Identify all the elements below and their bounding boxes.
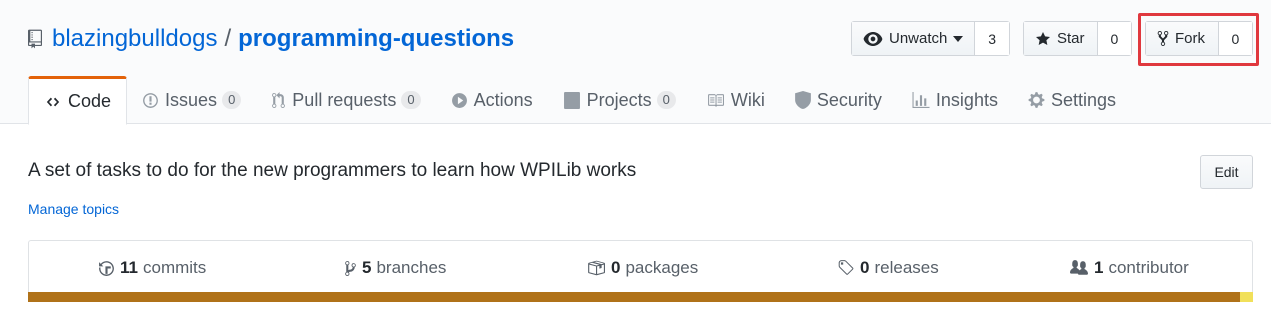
play-icon xyxy=(451,92,467,108)
manage-topics-link[interactable]: Manage topics xyxy=(28,201,119,217)
watch-button-group: Unwatch 3 xyxy=(851,21,1010,56)
tab-security-label: Security xyxy=(816,89,882,110)
pull-requests-counter: 0 xyxy=(401,91,421,109)
issues-counter: 0 xyxy=(222,91,242,109)
unwatch-label: Unwatch xyxy=(889,30,948,47)
tab-wiki-label: Wiki xyxy=(730,89,765,110)
watchers-count[interactable]: 3 xyxy=(975,22,1009,55)
star-label: Star xyxy=(1057,30,1085,47)
tab-issues[interactable]: Issues 0 xyxy=(127,76,256,124)
tab-security[interactable]: Security xyxy=(780,76,897,124)
tab-projects[interactable]: Projects 0 xyxy=(548,76,691,124)
branch-icon xyxy=(345,260,356,276)
star-button[interactable]: Star xyxy=(1024,22,1098,55)
star-icon xyxy=(1036,31,1050,45)
repo-summary-bar: 11 commits 5 branches 0 packages 0 relea… xyxy=(28,240,1253,294)
people-icon xyxy=(1070,260,1088,275)
tab-actions-label: Actions xyxy=(473,89,533,110)
code-icon xyxy=(46,97,60,106)
eye-icon xyxy=(863,31,883,46)
repo-nav-tabs: Code Issues 0 Pull requests 0 Actions Pr… xyxy=(28,76,1131,125)
unwatch-button[interactable]: Unwatch xyxy=(852,22,976,55)
repo-owner-link[interactable]: blazingbulldogs xyxy=(52,25,217,53)
caret-down-icon xyxy=(953,35,964,42)
repo-header: blazingbulldogs / programming-questions … xyxy=(0,0,1271,125)
language-bar-segment xyxy=(28,292,1240,302)
tab-pull-requests-label: Pull requests xyxy=(292,89,397,110)
contributors-count: 1 xyxy=(1094,258,1104,277)
tab-settings[interactable]: Settings xyxy=(1013,76,1131,124)
stargazers-count[interactable]: 0 xyxy=(1097,22,1131,55)
releases-label: releases xyxy=(874,258,939,277)
tab-code-label: Code xyxy=(68,91,112,111)
branches-link[interactable]: 5 branches xyxy=(344,258,446,278)
repo-name-link[interactable]: programming-questions xyxy=(238,25,514,53)
fork-highlight-box xyxy=(1138,13,1259,66)
repo-title: blazingbulldogs / programming-questions xyxy=(28,24,514,54)
tab-actions[interactable]: Actions xyxy=(436,76,548,124)
pull-request-icon xyxy=(272,91,286,108)
packages-link[interactable]: 0 packages xyxy=(586,258,698,278)
tab-code[interactable]: Code xyxy=(28,76,128,125)
gear-icon xyxy=(1028,92,1045,108)
tab-insights-label: Insights xyxy=(935,89,998,110)
releases-link[interactable]: 0 releases xyxy=(837,258,939,278)
branches-count: 5 xyxy=(362,258,372,277)
language-bar[interactable] xyxy=(28,292,1253,302)
commits-count: 11 xyxy=(120,258,138,277)
issue-icon xyxy=(143,92,158,108)
releases-count: 0 xyxy=(860,258,870,277)
edit-description-button[interactable]: Edit xyxy=(1200,155,1253,189)
language-bar-segment xyxy=(1239,292,1253,302)
tab-settings-label: Settings xyxy=(1050,89,1117,110)
project-icon xyxy=(563,91,580,109)
contributors-link[interactable]: 1 contributor xyxy=(1069,258,1189,278)
tab-projects-label: Projects xyxy=(586,89,652,110)
star-button-group: Star 0 xyxy=(1023,21,1132,56)
tag-icon xyxy=(838,260,854,275)
tab-pull-requests[interactable]: Pull requests 0 xyxy=(256,76,435,124)
repo-description: A set of tasks to do for the new program… xyxy=(28,160,637,181)
book-icon xyxy=(707,93,724,107)
commits-link[interactable]: 11 commits xyxy=(98,258,206,278)
commits-label: commits xyxy=(142,258,207,277)
tab-insights[interactable]: Insights xyxy=(897,76,1013,124)
repo-icon xyxy=(28,29,42,49)
shield-icon xyxy=(795,91,811,109)
package-icon xyxy=(588,260,605,276)
tab-issues-label: Issues xyxy=(165,89,218,110)
branches-label: branches xyxy=(376,258,447,277)
packages-count: 0 xyxy=(611,258,621,277)
tab-wiki[interactable]: Wiki xyxy=(691,76,780,124)
packages-label: packages xyxy=(625,258,699,277)
title-separator: / xyxy=(224,25,232,52)
projects-counter: 0 xyxy=(656,91,676,109)
contributors-label: contributor xyxy=(1108,258,1189,277)
history-icon xyxy=(99,260,114,276)
graph-icon xyxy=(912,91,930,108)
